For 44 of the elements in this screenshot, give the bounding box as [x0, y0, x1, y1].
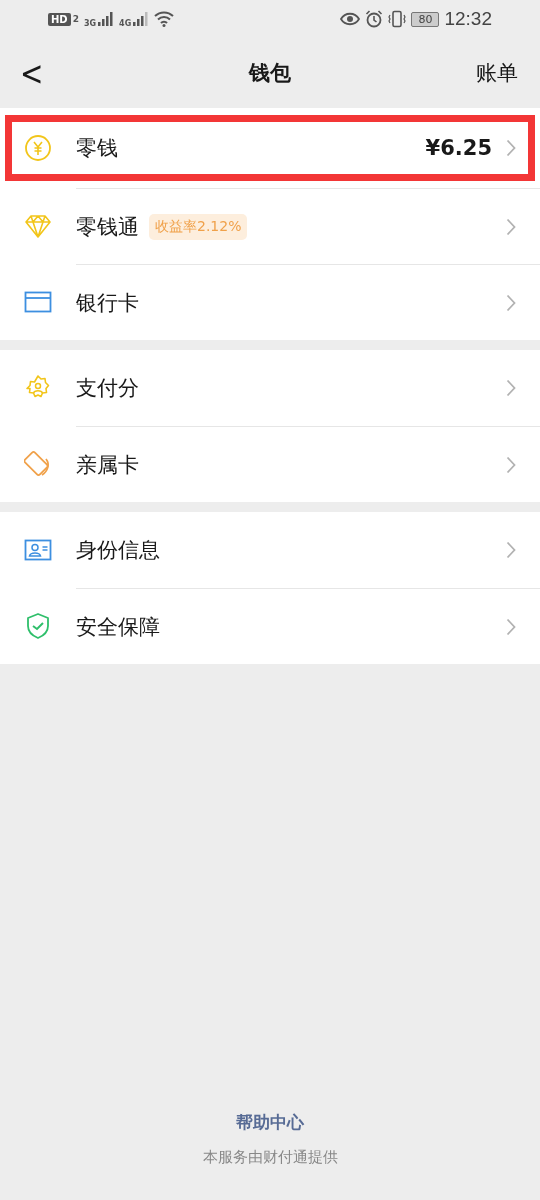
- back-button[interactable]: <: [14, 48, 50, 98]
- chevron-icon: [506, 293, 516, 312]
- wifi-icon: [154, 11, 175, 27]
- battery-indicator: 80: [411, 11, 440, 27]
- chevron-icon: [506, 455, 516, 474]
- provider-note: 本服务由财付通提供: [202, 1148, 338, 1167]
- network-label: 4G: [119, 19, 132, 28]
- menu-item[interactable]: 安全保障: [0, 588, 540, 664]
- item-label: 亲属卡: [76, 451, 139, 479]
- shield-icon: [24, 612, 52, 640]
- item-label: 零钱: [76, 135, 118, 162]
- yield-tag: 收益率2.12%: [149, 213, 248, 240]
- menu-item[interactable]: 支付分: [0, 350, 540, 426]
- card-icon: [24, 450, 52, 478]
- chevron-icon: [506, 541, 516, 559]
- clock: 12:32: [444, 8, 492, 30]
- network-label: 3G: [83, 19, 97, 28]
- item-label: 身份信息: [76, 537, 160, 564]
- chevron-icon: [506, 217, 516, 236]
- chevron-icon: [506, 379, 516, 397]
- menu-item[interactable]: 亲属卡: [0, 426, 540, 502]
- coin-icon: [24, 134, 52, 162]
- signal-icon: [98, 12, 115, 26]
- chevron-icon: [506, 139, 516, 157]
- item-label: 零钱通: [76, 213, 139, 241]
- diamond-icon: [24, 212, 52, 240]
- sim-indicator: 2: [72, 14, 79, 24]
- signal-icon: [133, 12, 150, 26]
- menu-item[interactable]: 零钱 ¥6.25: [0, 110, 540, 186]
- balance-amount: ¥6.25: [425, 136, 492, 160]
- item-label: 支付分: [76, 375, 139, 402]
- eye-icon: [340, 12, 361, 26]
- help-center-link[interactable]: 帮助中心: [236, 1111, 304, 1134]
- item-label: 安全保障: [76, 613, 160, 641]
- item-label: 银行卡: [76, 289, 139, 317]
- hd-indicator: HD: [48, 12, 71, 26]
- menu-item[interactable]: 身份信息: [0, 512, 540, 588]
- bill-button[interactable]: 账单: [476, 59, 518, 87]
- alarm-icon: [365, 10, 384, 28]
- vibrate-icon: [388, 10, 407, 28]
- menu-item[interactable]: 零钱通 收益率2.12%: [0, 188, 540, 264]
- page-title: 钱包: [249, 60, 291, 87]
- menu-item[interactable]: 银行卡: [0, 264, 540, 340]
- chevron-icon: [506, 617, 516, 636]
